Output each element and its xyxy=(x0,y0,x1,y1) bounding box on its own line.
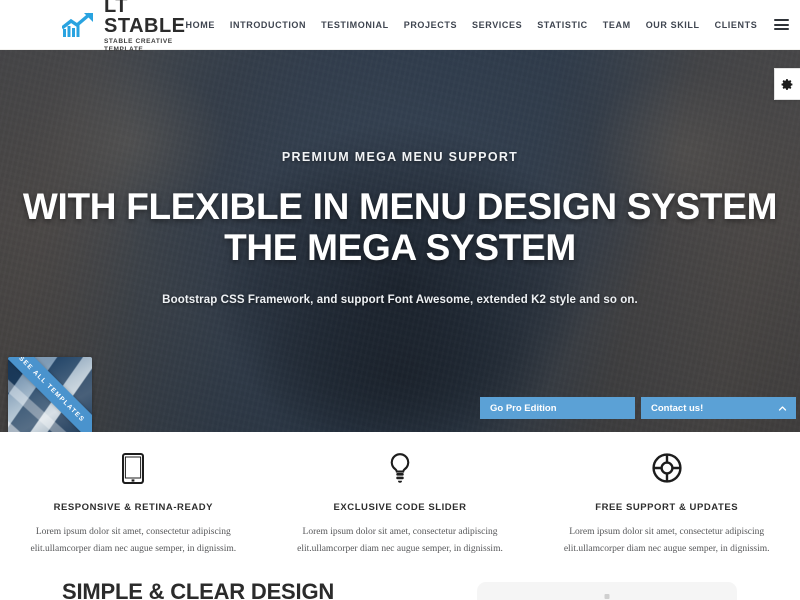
hero-banner: PREMIUM MEGA MENU SUPPORT WITH FLEXIBLE … xyxy=(0,50,800,432)
hero-content: PREMIUM MEGA MENU SUPPORT WITH FLEXIBLE … xyxy=(0,50,800,306)
hero-subtitle: Bootstrap CSS Framework, and support Fon… xyxy=(162,294,638,306)
feature-title: FREE SUPPORT & UPDATES xyxy=(595,502,739,513)
nav-item-team[interactable]: TEAM xyxy=(603,20,631,30)
go-pro-edition-button[interactable]: Go Pro Edition xyxy=(480,397,635,419)
contact-us-label: Contact us! xyxy=(651,402,704,414)
nav-item-our-skill[interactable]: OUR SKILL xyxy=(646,20,700,30)
nav-item-clients[interactable]: CLIENTS xyxy=(715,20,758,30)
features-section: RESPONSIVE & RETINA-READY Lorem ipsum do… xyxy=(0,432,800,562)
feature-card: EXCLUSIVE CODE SLIDER Lorem ipsum dolor … xyxy=(267,450,534,562)
contact-us-button[interactable]: Contact us! xyxy=(641,397,796,419)
hero-cta-group: Go Pro Edition Contact us! xyxy=(480,397,796,419)
lightbulb-icon xyxy=(281,450,520,486)
feature-text-line-2: elit.ullamcorper diam nec augue semper, … xyxy=(297,544,503,554)
feature-card: RESPONSIVE & RETINA-READY Lorem ipsum do… xyxy=(0,450,267,562)
logo-tagline: STABLE CREATIVE TEMPLATE xyxy=(104,37,173,53)
hero-title-line-2: THE MEGA SYSTEM xyxy=(224,227,576,268)
nav-item-testimonial[interactable]: TESTIMONIAL xyxy=(321,20,389,30)
feature-title: EXCLUSIVE CODE SLIDER xyxy=(333,502,467,513)
main-navigation: HOME INTRODUCTION TESTIMONIAL PROJECTS S… xyxy=(186,19,790,30)
hero-kicker: PREMIUM MEGA MENU SUPPORT xyxy=(281,150,519,164)
feature-text-line-1: Lorem ipsum dolor sit amet, consectetur … xyxy=(35,527,231,537)
section-title: SIMPLE & CLEAR DESIGN xyxy=(62,579,335,600)
feature-card: FREE SUPPORT & UPDATES Lorem ipsum dolor… xyxy=(533,450,800,562)
simple-clear-design-section: SIMPLE & CLEAR DESIGN xyxy=(0,562,800,600)
feature-text-line-2: elit.ullamcorper diam nec augue semper, … xyxy=(563,544,770,554)
bar-chart-arrow-icon xyxy=(62,12,98,38)
settings-panel-toggle[interactable] xyxy=(774,68,800,100)
nav-item-services[interactable]: SERVICES xyxy=(472,20,522,30)
feature-text-line-1: Lorem ipsum dolor sit amet, consectetur … xyxy=(302,527,498,537)
nav-item-introduction[interactable]: INTRODUCTION xyxy=(230,20,306,30)
feature-title: RESPONSIVE & RETINA-READY xyxy=(53,502,214,513)
card-notch xyxy=(604,594,610,599)
hero-title-line-1: WITH FLEXIBLE IN MENU DESIGN SYSTEM xyxy=(22,186,778,227)
see-all-templates-badge[interactable]: SEE ALL TEMPLATES xyxy=(8,357,92,432)
feature-text-line-2: elit.ullamcorper diam nec augue semper, … xyxy=(30,544,237,554)
hamburger-menu-icon[interactable] xyxy=(774,19,790,30)
nav-item-projects[interactable]: PROJECTS xyxy=(404,20,457,30)
tablet-icon xyxy=(14,450,253,486)
section-preview-card xyxy=(477,582,737,600)
logo-title: LT STABLE xyxy=(104,0,186,37)
site-header: LT STABLE STABLE CREATIVE TEMPLATE HOME … xyxy=(0,0,800,53)
life-ring-icon xyxy=(547,450,786,486)
feature-text-line-1: Lorem ipsum dolor sit amet, consectetur … xyxy=(569,527,765,537)
site-logo[interactable]: LT STABLE STABLE CREATIVE TEMPLATE xyxy=(62,0,186,54)
chevron-up-icon xyxy=(778,404,787,413)
nav-item-statistic[interactable]: STATISTIC xyxy=(537,20,588,30)
gear-icon xyxy=(781,78,794,91)
nav-item-home[interactable]: HOME xyxy=(186,20,215,30)
